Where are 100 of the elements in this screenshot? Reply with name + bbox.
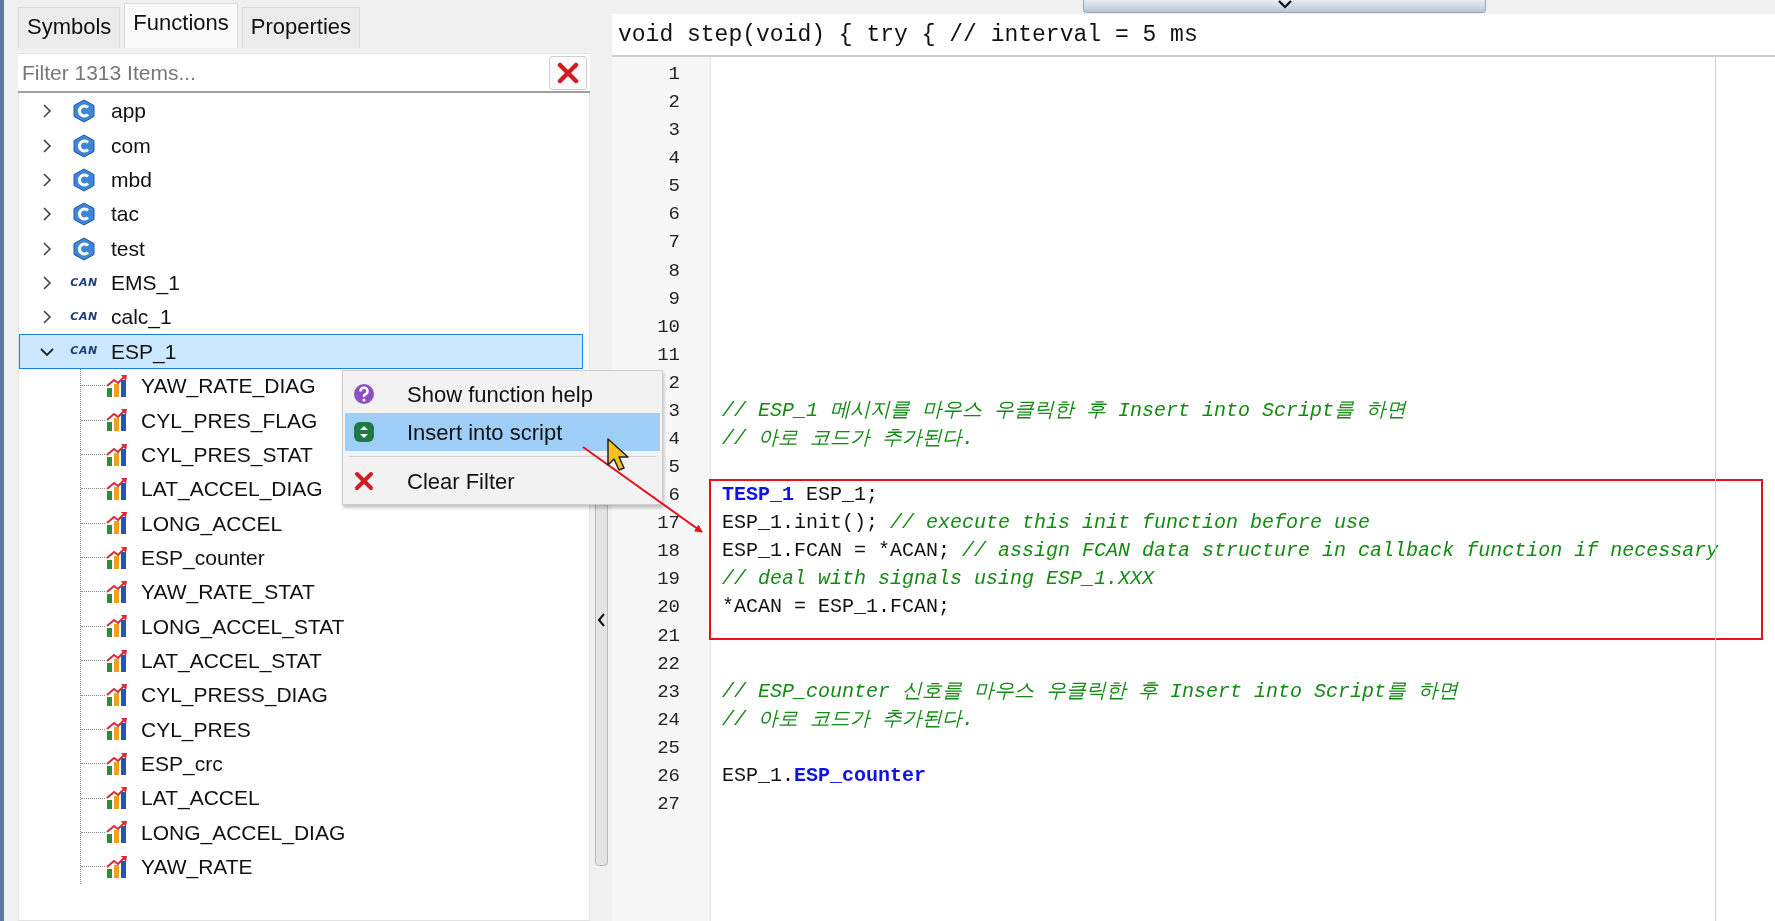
tree-row[interactable]: CAN EMS_1 — [19, 265, 583, 301]
chart-icon — [105, 511, 129, 536]
line-number: 8 — [667, 258, 680, 284]
tree-item-label: tac — [111, 201, 139, 228]
tree-item-label: YAW_RATE_STAT — [141, 579, 315, 606]
tree-row[interactable]: app — [19, 94, 583, 129]
tree-row[interactable]: CAN ESP_1 — [19, 334, 583, 369]
menu-item[interactable]: Clear Filter — [345, 462, 660, 500]
tree-item-label: CYL_PRES — [141, 716, 251, 744]
cursor-icon — [606, 437, 632, 473]
code-line: ESP_1.FCAN = *ACAN; // assign FCAN data structure in callback function if necessary — [721, 538, 1720, 565]
chart-icon — [105, 580, 129, 604]
tree-item-label: LONG_ACCEL_DIAG — [141, 819, 346, 847]
chart-icon — [105, 683, 129, 707]
tree-row[interactable]: YAW_RATE — [81, 849, 589, 884]
tree-row[interactable]: tac — [19, 197, 583, 232]
tree-row[interactable]: LAT_ACCEL — [81, 780, 589, 816]
line-number: 22 — [656, 651, 680, 677]
hexagon-icon — [72, 236, 96, 261]
line-number: 3 — [667, 118, 680, 144]
tree-item-label: calc_1 — [111, 304, 172, 331]
tree-row[interactable]: test — [19, 231, 583, 266]
code-line: // ESP_counter 신호를 마우스 우클릭한 후 Insert into Script를 하면 — [721, 678, 1460, 705]
chart-icon — [105, 408, 129, 433]
chart-icon — [105, 442, 129, 467]
tree-row[interactable]: YAW_RATE_STAT — [81, 574, 589, 610]
expand-handle[interactable] — [1083, 0, 1486, 13]
code-line: ESP_1.ESP_counter — [721, 762, 928, 789]
clear-button[interactable] — [549, 56, 587, 90]
chart-icon — [105, 373, 129, 398]
line-number: 4 — [667, 146, 680, 172]
tree-item-label: app — [111, 98, 147, 125]
line-number: 2 — [667, 90, 680, 116]
function-signature: void step(void) { try { // interval = 5 ms — [612, 14, 1775, 57]
tree-item-label: EMS_1 — [111, 270, 180, 297]
chart-icon — [105, 717, 129, 742]
tree-item-label: ESP_1 — [111, 338, 177, 366]
tree-row[interactable]: CAN calc_1 — [19, 300, 583, 335]
code-line: *ACAN = ESP_1.FCAN; — [721, 594, 952, 621]
menu-item[interactable]: Show function help — [345, 375, 660, 413]
line-number: 18 — [656, 539, 680, 565]
line-number: 27 — [656, 792, 680, 818]
tree-item-label: com — [111, 132, 151, 159]
line-number: 10 — [656, 314, 680, 340]
line-number: 1 — [667, 62, 680, 87]
tree-item-label: CYL_PRESS_DIAG — [141, 682, 328, 709]
line-number: 5 — [667, 174, 680, 200]
tree-item-label: YAW_RATE — [141, 854, 253, 881]
tree-row[interactable]: ESP_crc — [81, 746, 589, 781]
tree-item-label: LAT_ACCEL_DIAG — [141, 476, 323, 503]
filter-field[interactable]: Filter 1313 Items... — [18, 53, 590, 93]
line-number: 9 — [667, 286, 680, 312]
chevron-down-icon — [1277, 0, 1292, 9]
tree-row[interactable]: LONG_ACCEL — [81, 506, 589, 541]
close-icon — [354, 471, 374, 491]
tree-row[interactable]: mbd — [19, 162, 583, 198]
help-icon — [353, 383, 375, 405]
code-line: ESP_1.init(); // execute this init function before use — [721, 510, 1372, 537]
line-number: 2 — [667, 370, 680, 396]
tree-row[interactable]: com — [19, 128, 583, 163]
tree-item-label: LAT_ACCEL — [141, 785, 260, 812]
tree-item-label: LAT_ACCEL_STAT — [141, 647, 322, 675]
tree-row[interactable]: LAT_ACCEL_STAT — [81, 643, 589, 678]
line-number: 7 — [667, 230, 680, 256]
tree-item-label: LONG_ACCEL — [141, 510, 283, 538]
chart-icon — [105, 786, 129, 811]
can-label: CAN — [70, 343, 98, 360]
tab[interactable]: Functions — [124, 2, 238, 48]
tree-item-label: mbd — [111, 167, 152, 194]
code-line: // deal with signals using ESP_1.XXX — [721, 566, 1156, 593]
line-number: 26 — [656, 763, 680, 789]
can-label: CAN — [70, 309, 98, 325]
insert-icon — [353, 421, 375, 443]
tree-row[interactable]: ESP_counter — [81, 540, 589, 575]
line-number: 6 — [667, 202, 680, 228]
chart-icon — [105, 751, 129, 776]
tree-row[interactable]: CYL_PRES — [81, 712, 589, 747]
chart-icon — [105, 614, 129, 639]
tree-item-label: ESP_counter — [141, 544, 265, 572]
tab[interactable]: Properties — [241, 6, 361, 48]
hexagon-icon — [72, 99, 96, 124]
line-number: 24 — [656, 707, 680, 733]
code-line: // 아로 코드가 추가된다. — [721, 706, 975, 733]
tree-item-label: CYL_PRES_FLAG — [141, 407, 318, 435]
code-line: // ESP_1 메시지를 마우스 우클릭한 후 Insert into Script를 하면 — [721, 397, 1408, 424]
can-label: CAN — [70, 274, 98, 291]
tree-row[interactable]: CYL_PRESS_DIAG — [81, 677, 589, 713]
close-icon — [557, 62, 579, 84]
hexagon-icon — [72, 133, 96, 158]
tab[interactable]: Symbols — [18, 6, 121, 48]
tree-row[interactable]: LONG_ACCEL_DIAG — [81, 815, 589, 850]
tree-row[interactable]: LONG_ACCEL_STAT — [81, 609, 589, 644]
chart-icon — [105, 820, 129, 845]
hexagon-icon — [72, 202, 96, 227]
line-number: 19 — [656, 567, 680, 593]
line-number: 17 — [656, 511, 680, 537]
menu-item[interactable]: Insert into script — [345, 413, 660, 451]
chart-icon — [105, 854, 129, 879]
code-line: // 아로 코드가 추가된다. — [721, 426, 975, 452]
line-number: 25 — [656, 735, 680, 761]
